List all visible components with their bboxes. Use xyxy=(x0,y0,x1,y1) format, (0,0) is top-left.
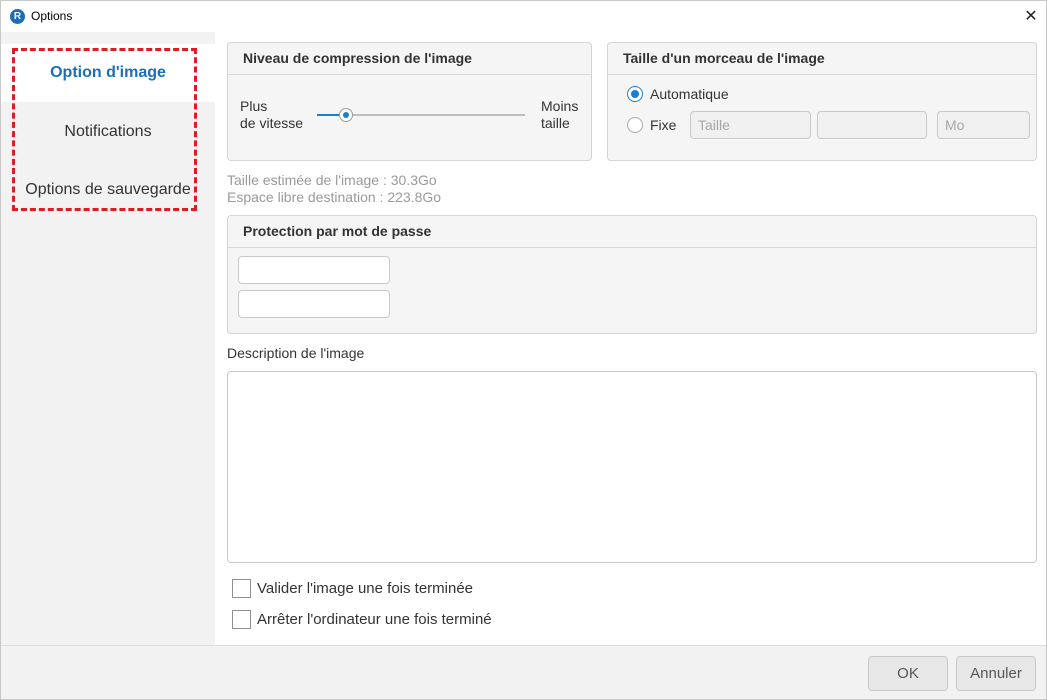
dialog-footer: OK Annuler xyxy=(1,645,1046,699)
ok-button[interactable]: OK xyxy=(868,656,948,691)
sidebar-item-backup-options[interactable]: Options de sauvegarde xyxy=(1,161,215,219)
radio-automatic[interactable] xyxy=(627,86,643,102)
shutdown-label: Arrêter l'ordinateur une fois terminé xyxy=(257,611,492,628)
chunk-value-input[interactable] xyxy=(817,111,927,139)
password-field[interactable] xyxy=(238,256,390,284)
verify-image-checkbox[interactable] xyxy=(232,579,251,598)
confirm-password-field[interactable] xyxy=(238,290,390,318)
slider-left-label: Plus de vitesse xyxy=(240,98,303,132)
chunk-size-group: Taille d'un morceau de l'image Automatiq… xyxy=(607,42,1037,161)
sidebar-item-notifications[interactable]: Notifications xyxy=(1,103,215,161)
main-content: Niveau de compression de l'image Plus de… xyxy=(215,32,1046,645)
compression-group: Niveau de compression de l'image Plus de… xyxy=(227,42,592,161)
slider-right-label-line2: taille xyxy=(541,115,570,131)
close-button[interactable]: ✕ xyxy=(1016,1,1046,32)
radio-automatic-label: Automatique xyxy=(650,86,729,102)
window-title: Options xyxy=(31,9,73,23)
cancel-button[interactable]: Annuler xyxy=(956,656,1036,691)
chunk-size-group-header: Taille d'un morceau de l'image xyxy=(608,43,1036,75)
title-bar: R Options ✕ xyxy=(1,1,1046,32)
sidebar: Option d'image Notifications Options de … xyxy=(1,32,215,645)
compression-group-header: Niveau de compression de l'image xyxy=(228,43,591,75)
radio-fixed[interactable] xyxy=(627,117,643,133)
sidebar-item-image-options[interactable]: Option d'image xyxy=(1,44,215,102)
slider-left-label-line2: de vitesse xyxy=(240,115,304,131)
compression-slider[interactable] xyxy=(317,108,525,122)
app-logo-icon: R xyxy=(10,9,25,24)
options-dialog: R Options ✕ Option d'image Notifications… xyxy=(0,0,1047,700)
shutdown-checkbox[interactable] xyxy=(232,610,251,629)
slider-thumb[interactable] xyxy=(339,108,354,122)
slider-left-label-line1: Plus xyxy=(240,98,268,114)
password-group: Protection par mot de passe xyxy=(227,215,1037,334)
slider-right-label: Moins taille xyxy=(541,98,578,132)
description-textarea[interactable] xyxy=(227,371,1037,563)
radio-fixed-label: Fixe xyxy=(650,117,677,133)
slider-right-label-line1: Moins xyxy=(541,98,579,114)
estimated-image-size: Taille estimée de l'image : 30.3Go xyxy=(227,172,437,188)
chunk-size-input[interactable] xyxy=(690,111,811,139)
description-label: Description de l'image xyxy=(227,345,365,361)
password-group-header: Protection par mot de passe xyxy=(228,216,1036,248)
destination-free-space: Espace libre destination : 223.8Go xyxy=(227,189,442,205)
verify-image-label: Valider l'image une fois terminée xyxy=(257,580,474,597)
chunk-unit-input[interactable] xyxy=(937,111,1030,139)
